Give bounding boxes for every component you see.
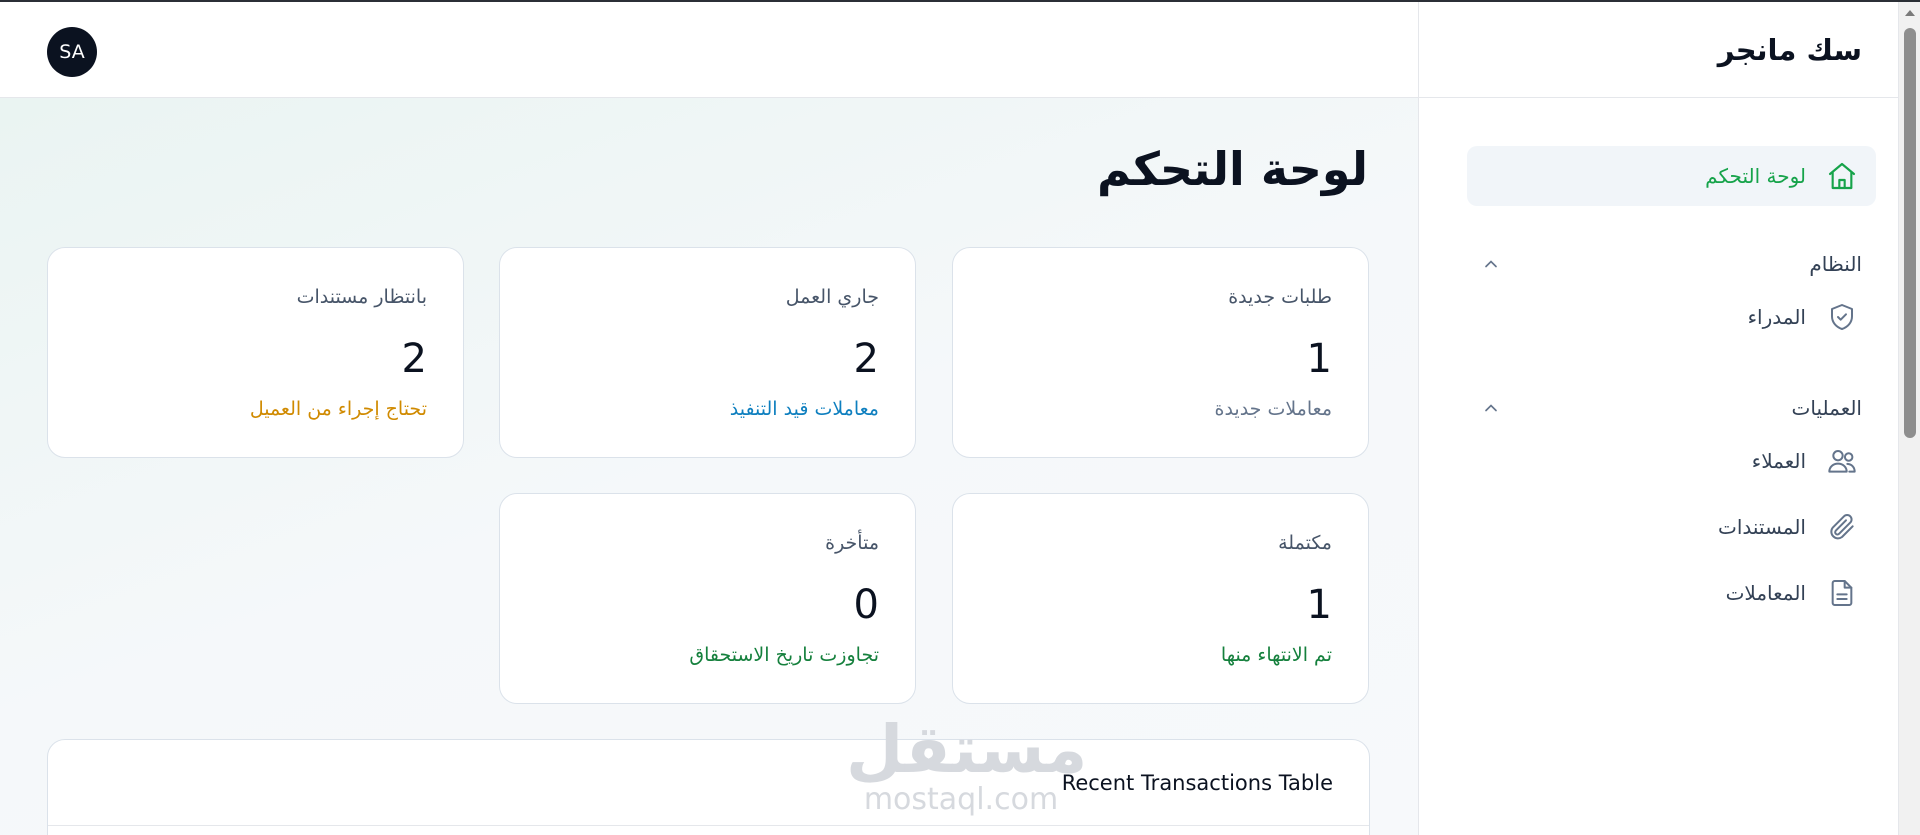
stat-card-completed[interactable]: مكتملة 1 تم الانتهاء منها xyxy=(952,493,1369,704)
sidebar-item-label: المدراء xyxy=(1747,305,1806,329)
section-title: النظام xyxy=(1809,252,1862,276)
section-system[interactable]: النظام xyxy=(1467,244,1876,284)
chevron-up-icon xyxy=(1485,404,1497,412)
sidebar-item-label: العملاء xyxy=(1751,449,1806,473)
sidebar-nav: لوحة التحكم النظام المدراء العمليات العم… xyxy=(1419,98,1898,626)
avatar-initials: SA xyxy=(59,41,85,63)
sidebar-item-label: المستندات xyxy=(1717,515,1806,539)
sidebar-item-documents[interactable]: المستندات xyxy=(1467,494,1876,560)
card-label: جاري العمل xyxy=(785,286,879,308)
table-title: Recent Transactions Table xyxy=(48,740,1369,826)
main-content: لوحة التحكم طلبات جديدة 1 معاملات جديدة … xyxy=(0,98,1418,835)
file-text-icon xyxy=(1824,575,1860,611)
card-value: 2 xyxy=(401,336,427,382)
chevron-up-icon xyxy=(1485,260,1497,268)
paperclip-icon xyxy=(1824,509,1860,545)
stat-card-awaiting-documents[interactable]: بانتظار مستندات 2 تحتاج إجراء من العميل xyxy=(47,247,464,458)
card-note: تم الانتهاء منها xyxy=(1220,644,1332,666)
shield-check-icon xyxy=(1824,299,1860,335)
section-operations[interactable]: العمليات xyxy=(1467,388,1876,428)
sidebar-item-label: المعاملات xyxy=(1725,581,1806,605)
sidebar-item-dashboard[interactable]: لوحة التحكم xyxy=(1467,146,1876,206)
card-label: طلبات جديدة xyxy=(1228,286,1332,308)
stat-card-new-requests[interactable]: طلبات جديدة 1 معاملات جديدة xyxy=(952,247,1369,458)
card-label: مكتملة xyxy=(1278,532,1332,554)
brand-title: سك مانجر xyxy=(1419,2,1898,98)
recent-transactions-card: Recent Transactions Table xyxy=(47,739,1370,835)
home-icon xyxy=(1824,158,1860,194)
card-value: 2 xyxy=(853,336,879,382)
top-header: SA xyxy=(0,2,1418,98)
users-icon xyxy=(1824,443,1860,479)
card-value: 1 xyxy=(1306,582,1332,628)
sidebar-item-clients[interactable]: العملاء xyxy=(1467,428,1876,494)
sidebar-item-managers[interactable]: المدراء xyxy=(1467,284,1876,350)
card-note: تحتاج إجراء من العميل xyxy=(249,398,427,420)
card-note: معاملات جديدة xyxy=(1214,398,1332,420)
card-label: متأخرة xyxy=(825,532,879,554)
stat-card-in-progress[interactable]: جاري العمل 2 معاملات قيد التنفيذ xyxy=(499,247,916,458)
page-title: لوحة التحكم xyxy=(1097,142,1368,196)
sidebar-item-transactions[interactable]: المعاملات xyxy=(1467,560,1876,626)
card-label: بانتظار مستندات xyxy=(296,286,427,308)
card-note: معاملات قيد التنفيذ xyxy=(729,398,879,420)
scroll-thumb[interactable] xyxy=(1904,28,1916,438)
page-scrollbar[interactable] xyxy=(1898,2,1920,835)
user-avatar[interactable]: SA xyxy=(47,27,97,77)
card-value: 0 xyxy=(853,582,879,628)
stat-card-overdue[interactable]: متأخرة 0 تجاوزت تاريخ الاستحقاق xyxy=(499,493,916,704)
section-title: العمليات xyxy=(1791,396,1862,420)
sidebar-item-label: لوحة التحكم xyxy=(1705,164,1806,188)
card-note: تجاوزت تاريخ الاستحقاق xyxy=(689,644,879,666)
scroll-up-arrow-icon[interactable] xyxy=(1905,10,1915,16)
card-value: 1 xyxy=(1306,336,1332,382)
sidebar: سك مانجر لوحة التحكم النظام المدراء العم… xyxy=(1418,2,1898,835)
